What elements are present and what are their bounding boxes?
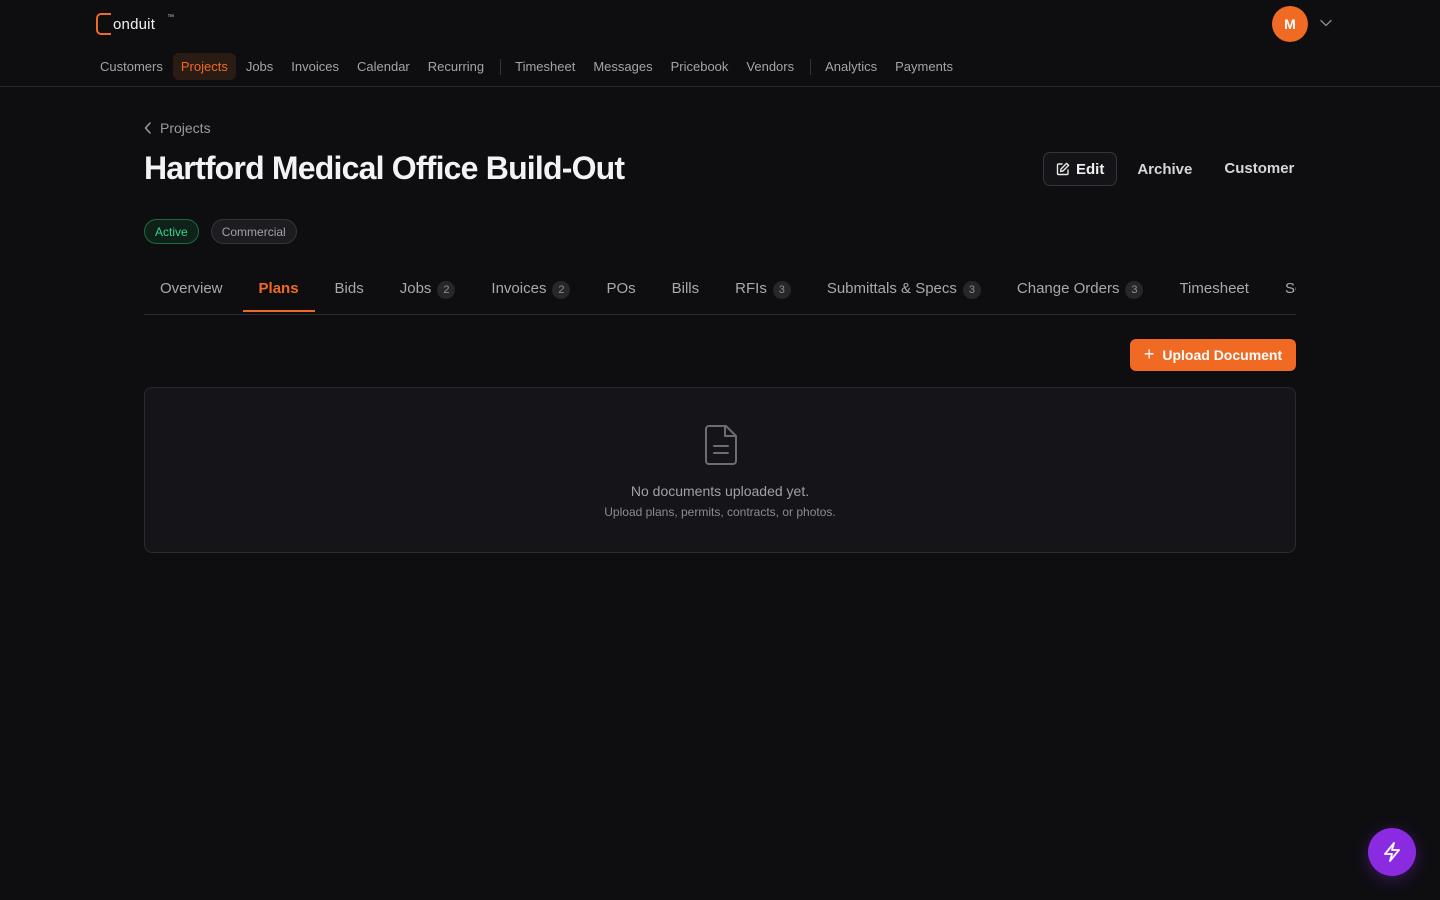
top-bar: onduit ™ M Customers Projects Jobs Invoi… — [0, 0, 1440, 87]
tab-count-badge: 3 — [1125, 281, 1144, 299]
tab-submittals-specs[interactable]: Submittals & Specs 3 — [811, 270, 997, 312]
nav-item-vendors[interactable]: Vendors — [738, 53, 802, 80]
tab-count-badge: 3 — [772, 281, 791, 299]
nav-item-calendar[interactable]: Calendar — [349, 53, 418, 80]
tab-count-badge: 2 — [552, 281, 571, 299]
upload-document-button[interactable]: + Upload Document — [1130, 339, 1296, 371]
nav-item-projects[interactable]: Projects — [172, 53, 236, 80]
tab-label: Submittals & Specs — [826, 280, 957, 297]
chevron-down-icon[interactable] — [1320, 19, 1332, 27]
tab-invoices[interactable]: Invoices 2 — [475, 270, 586, 312]
nav-item-customers[interactable]: Customers — [92, 53, 171, 80]
customer-button[interactable]: Customer — [1224, 160, 1294, 177]
page-title: Hartford Medical Office Build-Out — [144, 150, 625, 186]
account-menu[interactable]: M — [1272, 6, 1332, 42]
lightning-icon — [1384, 842, 1400, 862]
edit-button[interactable]: Edit — [1043, 152, 1118, 186]
nav-item-timesheet[interactable]: Timesheet — [507, 53, 583, 80]
tab-label: POs — [606, 280, 636, 297]
document-icon — [705, 425, 737, 465]
project-tabs: Overview Plans Bids Jobs 2 Invoices 2 POs … — [144, 270, 1296, 315]
tab-bids[interactable]: Bids — [319, 270, 380, 312]
nav-divider — [500, 58, 502, 75]
tab-label: Change Orders — [1016, 280, 1120, 297]
tab-count-badge: 3 — [962, 281, 981, 299]
tab-bills[interactable]: Bills — [656, 270, 716, 312]
nav-item-pricebook[interactable]: Pricebook — [663, 53, 737, 80]
tab-plans[interactable]: Plans — [242, 270, 315, 312]
upload-document-label: Upload Document — [1162, 347, 1283, 363]
empty-state-subtitle: Upload plans, permits, contracts, or pho… — [604, 505, 836, 519]
logo-trademark: ™ — [167, 13, 175, 21]
tab-label: Bills — [671, 280, 700, 297]
tab-timesheet[interactable]: Timesheet — [1163, 270, 1264, 312]
logo-mark-icon — [96, 13, 111, 35]
project-type-badge: Commercial — [210, 219, 297, 244]
tab-label: Schedule — [1284, 280, 1296, 297]
nav-item-invoices[interactable]: Invoices — [283, 53, 347, 80]
breadcrumb-projects-link[interactable]: Projects — [160, 120, 211, 136]
edit-button-label: Edit — [1076, 160, 1105, 178]
archive-button[interactable]: Archive — [1137, 161, 1192, 178]
tab-pos[interactable]: POs — [590, 270, 651, 312]
tab-label: Jobs — [399, 280, 432, 297]
nav-item-payments[interactable]: Payments — [887, 53, 961, 80]
assistant-fab-button[interactable] — [1368, 828, 1416, 876]
tab-jobs[interactable]: Jobs 2 — [384, 270, 472, 312]
tab-label: Overview — [160, 280, 223, 297]
empty-state-title: No documents uploaded yet. — [630, 483, 810, 499]
plus-icon: + — [1143, 343, 1155, 364]
avatar[interactable]: M — [1272, 6, 1308, 42]
main-nav: Customers Projects Jobs Invoices Calenda… — [92, 52, 963, 81]
nav-divider — [810, 58, 812, 75]
project-badges: Active Commercial — [144, 219, 309, 244]
tab-schedule[interactable]: Schedule — [1269, 270, 1296, 312]
tab-label: RFIs — [735, 280, 767, 297]
breadcrumb[interactable]: Projects — [144, 120, 211, 136]
tab-count-badge: 2 — [437, 281, 456, 299]
chevron-left-icon — [144, 122, 151, 134]
header-actions: Edit Archive Customer — [1043, 152, 1294, 186]
status-badge: Active — [144, 219, 199, 244]
nav-item-messages[interactable]: Messages — [585, 53, 660, 80]
tab-overview[interactable]: Overview — [144, 270, 239, 312]
nav-item-analytics[interactable]: Analytics — [817, 53, 885, 80]
tab-label: Bids — [334, 280, 364, 297]
app-logo[interactable]: onduit ™ — [96, 12, 174, 36]
documents-empty-state: No documents uploaded yet. Upload plans,… — [144, 387, 1296, 553]
logo-text: onduit — [113, 15, 156, 33]
tab-rfis[interactable]: RFIs 3 — [719, 270, 807, 312]
nav-item-jobs[interactable]: Jobs — [238, 53, 281, 80]
tab-label: Timesheet — [1179, 280, 1249, 297]
tab-change-orders[interactable]: Change Orders 3 — [1001, 270, 1160, 312]
tab-label: Plans — [258, 280, 299, 297]
edit-icon — [1056, 162, 1070, 176]
nav-item-recurring[interactable]: Recurring — [420, 53, 492, 80]
tab-label: Invoices — [491, 280, 547, 297]
